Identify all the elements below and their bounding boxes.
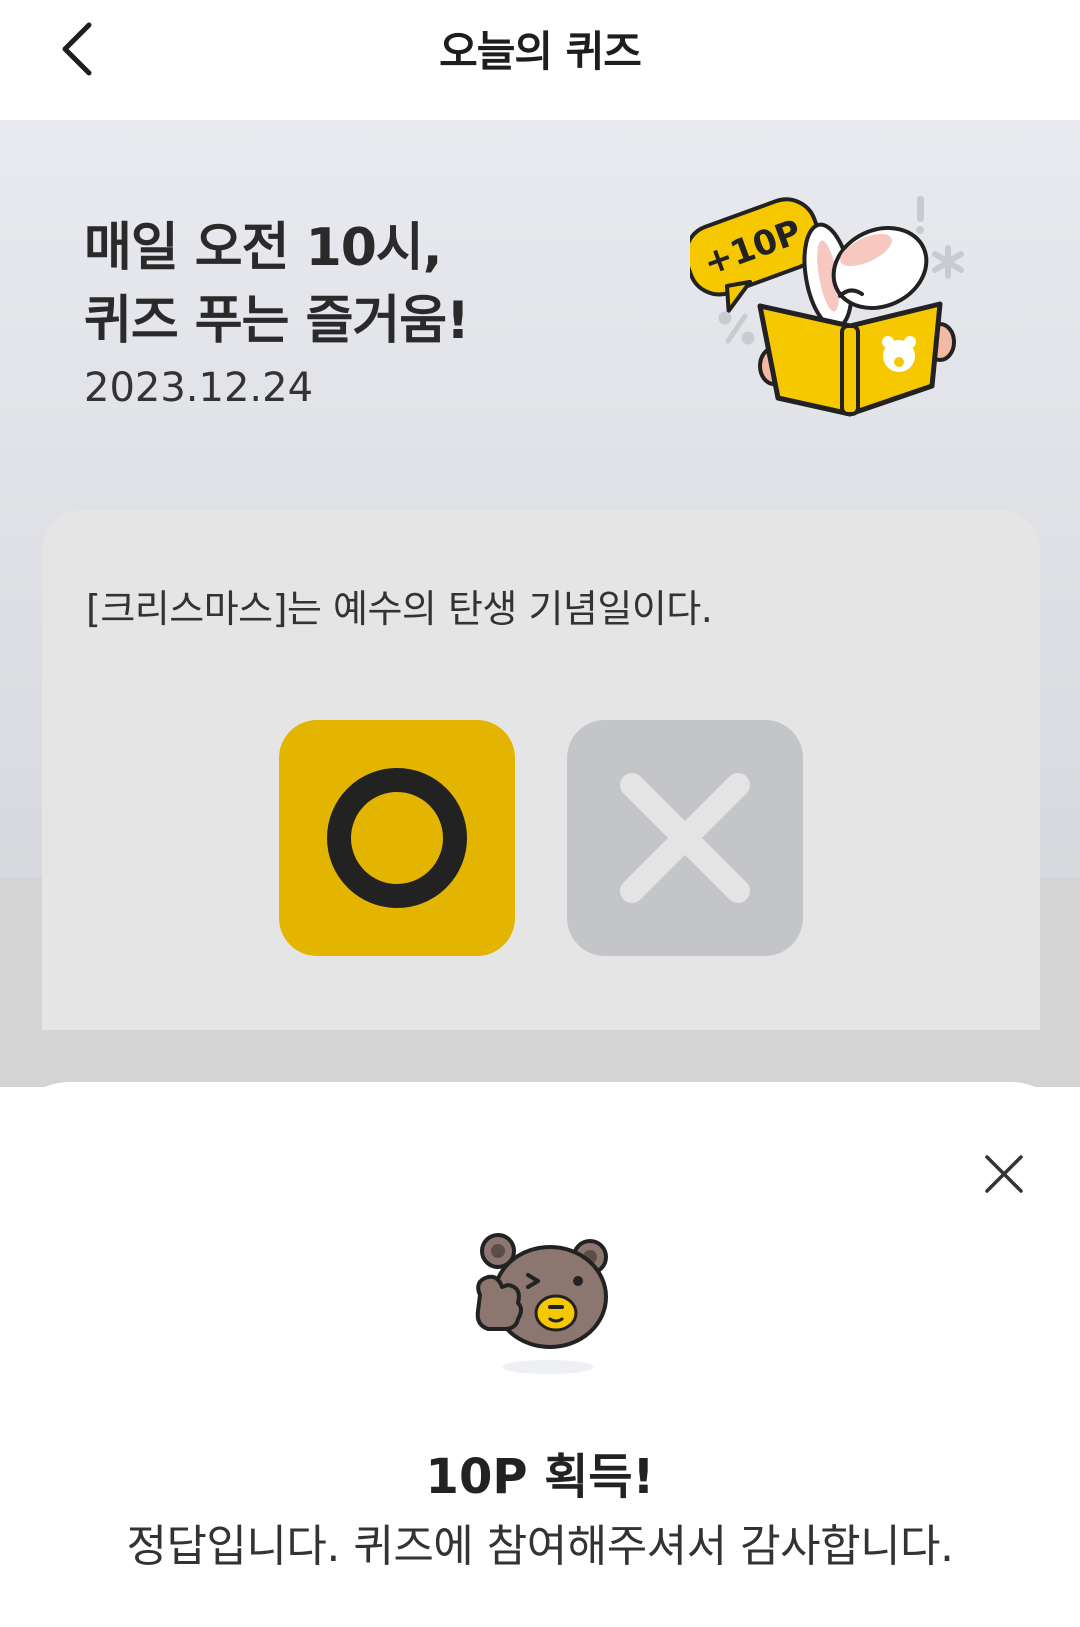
quiz-date: 2023.12.24 — [84, 365, 314, 411]
circle-icon — [327, 768, 467, 908]
app-header: 오늘의 퀴즈 — [0, 0, 1080, 120]
quiz-question: [크리스마스]는 예수의 탄생 기념일이다. — [86, 587, 713, 631]
answer-x-button[interactable] — [567, 720, 803, 956]
answer-o-button[interactable] — [279, 720, 515, 956]
bear-thumbs-up-icon — [475, 1233, 608, 1374]
reward-message: 정답입니다. 퀴즈에 참여해주셔서 감사합니다. — [126, 1521, 954, 1572]
promo-headline-line1: 매일 오전 10시, — [84, 218, 443, 278]
close-button[interactable] — [980, 1150, 1028, 1198]
rabbit-reading-illustration: +10P — [690, 196, 964, 417]
page-title: 오늘의 퀴즈 — [439, 27, 642, 76]
close-icon — [985, 1155, 1023, 1193]
reward-title: 10P 획득! — [425, 1449, 655, 1505]
promo-headline-line2: 퀴즈 푸는 즐거움! — [84, 291, 470, 351]
x-mark-icon — [620, 773, 750, 903]
